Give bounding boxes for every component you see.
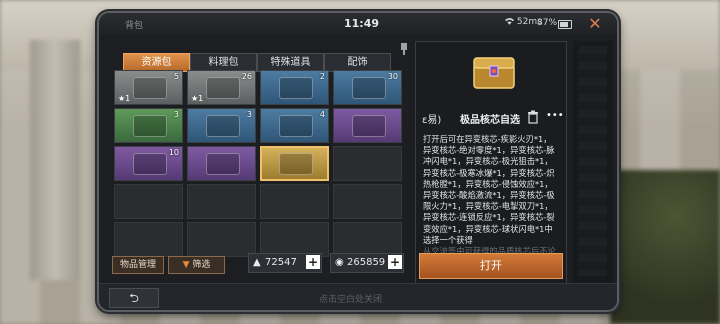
description-line: 变效应*1，异变核芯-球状闪电*1中: [423, 223, 553, 234]
clock: 11:49: [344, 17, 380, 30]
back-button[interactable]: ⮌: [109, 288, 159, 308]
add-currency-secondary-button[interactable]: +: [388, 255, 402, 269]
currency-secondary-value: 265859: [347, 257, 386, 268]
slot-count: 26: [241, 72, 252, 81]
inventory-slot-empty[interactable]: [333, 184, 402, 219]
inventory-slot[interactable]: 3: [114, 108, 183, 143]
inventory-slot[interactable]: 4: [260, 108, 329, 143]
filter-button[interactable]: ▼ 筛选: [168, 256, 225, 274]
wifi-icon: [505, 18, 514, 25]
backpack-panel: 背包 11:49 52ms 87% ✕ 资源包 料理包 特殊道具 配饰 5 ★1 2…: [97, 11, 619, 312]
weapon-parts-icon: [352, 115, 386, 137]
inventory-slot-empty[interactable]: [333, 222, 402, 257]
inventory-slot-empty[interactable]: [114, 184, 183, 219]
description-line: 异变核芯-绝对零度*1，异变核芯-脉: [423, 145, 555, 156]
currency-primary: ▲ 72547 +: [248, 253, 322, 273]
slot-star-level: ★1: [191, 94, 204, 103]
inventory-slot-empty[interactable]: [114, 222, 183, 257]
bottom-bar: ⮌ 点击空白处关闭: [99, 283, 617, 310]
currency-primary-value: 72547: [265, 257, 297, 268]
gold-chest-icon: [473, 57, 515, 89]
metal-parts-icon: [206, 77, 240, 99]
inventory-slot[interactable]: 5 ★1: [114, 70, 183, 105]
inventory-slot[interactable]: [187, 146, 256, 181]
battery-icon: [558, 20, 572, 29]
slot-count: 5: [173, 72, 179, 81]
coins-icon: ▲: [253, 257, 261, 268]
slot-count: 4: [319, 110, 325, 119]
inventory-slot-empty[interactable]: [333, 146, 402, 181]
status-bar: 背包 11:49 52ms 87% ✕: [99, 13, 617, 35]
more-options-icon[interactable]: •••: [546, 110, 564, 124]
battery-percent: 87%: [537, 18, 558, 28]
inventory-slot[interactable]: 3: [187, 108, 256, 143]
item-prefix: ɛ易): [422, 115, 442, 126]
inventory-slot-empty[interactable]: [260, 222, 329, 257]
add-currency-primary-button[interactable]: +: [306, 255, 320, 269]
berries-icon: [279, 115, 313, 137]
item-name: 极品核芯自选: [460, 115, 520, 126]
description-line: 异变核芯-连锁反应*1，异变核芯-裂: [423, 212, 555, 223]
inventory-slot-empty[interactable]: [187, 184, 256, 219]
gem-icon: ◉: [335, 257, 344, 268]
detail-side-rail: [573, 41, 613, 283]
inventory-slot-empty[interactable]: [260, 184, 329, 219]
wood-planks-icon: [133, 77, 167, 99]
trash-icon[interactable]: [526, 110, 540, 124]
inventory-slot[interactable]: 26 ★1: [187, 70, 256, 105]
open-button[interactable]: 打开: [419, 253, 563, 279]
item-title-row: ɛ易) 极品核芯自选 •••: [416, 110, 566, 126]
background-shrub: [610, 170, 720, 324]
metal-crate-icon: [206, 115, 240, 137]
description-line: 选择一个获得: [423, 234, 473, 245]
gold-chest-icon: [279, 153, 313, 175]
inventory-slot[interactable]: [260, 146, 329, 181]
grenade-icon: [133, 115, 167, 137]
pin-icon[interactable]: [399, 43, 409, 55]
slot-count: 3: [173, 110, 179, 119]
slot-count: 30: [387, 72, 398, 81]
item-manage-button[interactable]: 物品管理: [112, 256, 164, 274]
description-line: 冲闪电*1，异变核芯-极光狙击*1，: [423, 156, 553, 167]
currency-secondary: ◉ 265859 +: [330, 253, 404, 273]
description-line: 限火力*1，异变核芯-电掣双刀*1，: [423, 201, 553, 212]
inventory-slot[interactable]: 2: [260, 70, 329, 105]
inventory-slot[interactable]: 10: [114, 146, 183, 181]
dropdown-triangle-icon: ▼: [182, 260, 190, 270]
filter-label: 筛选: [192, 260, 211, 270]
wrench-icon: [279, 77, 313, 99]
panel-title: 背包: [125, 21, 144, 31]
purple-crate-icon: [206, 153, 240, 175]
description-line: 热枪膛*1，异变核芯-侵蚀效应*1，: [423, 178, 553, 189]
description-line: 打开后可在异变核芯-疾影火刃*1，: [423, 134, 552, 144]
inventory-slot[interactable]: [333, 108, 402, 143]
slot-count: 3: [246, 110, 252, 119]
supply-box-icon: [133, 153, 167, 175]
close-button[interactable]: ✕: [586, 15, 604, 33]
item-description: 打开后可在异变核芯-疾影火刃*1， 异变核芯-绝对零度*1，异变核芯-脉 冲闪电*1…: [423, 134, 561, 266]
slot-count: 10: [168, 148, 179, 157]
item-detail-panel: ɛ易) 极品核芯自选 ••• 打开后可在异变核芯-疾影火刃*1， 异变核芯-绝对零…: [415, 41, 567, 285]
background-pillar: [30, 40, 80, 280]
slot-count: 2: [319, 72, 325, 81]
description-line: 异变核芯-酸焰激流*1，异变核芯-极: [423, 190, 555, 201]
slot-star-level: ★1: [118, 94, 131, 103]
supply-box-icon: [352, 77, 386, 99]
close-hint: 点击空白处关闭: [319, 295, 383, 305]
inventory-slot[interactable]: 30: [333, 70, 402, 105]
inventory-slot-empty[interactable]: [187, 222, 256, 257]
description-line: 异变核芯-极寒冰爆*1，异变核芯-炽: [423, 167, 555, 178]
